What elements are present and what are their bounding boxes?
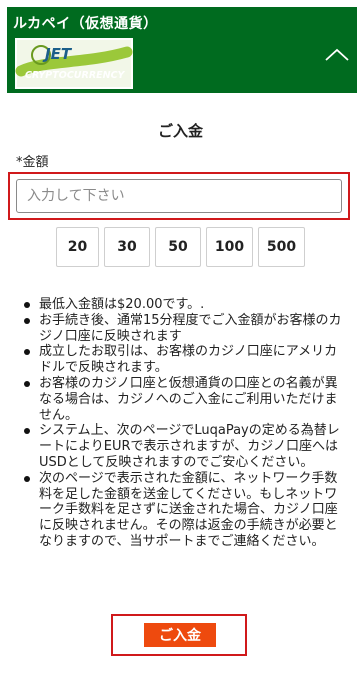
quick-amount-100-button[interactable]: 100 — [206, 227, 253, 267]
quick-amount-50-button[interactable]: 50 — [155, 227, 201, 267]
logo-jet-text: JET — [42, 45, 73, 63]
amount-input-highlight — [8, 172, 350, 220]
deposit-notes-list: 最低入金額は$20.00です。. お手続き後、通常15分程度でご入金額がお客様の… — [12, 297, 342, 550]
note-item: 次のページで表示された金額に、ネットワーク手数料を足した金額を送金してください。… — [12, 471, 342, 550]
quick-amount-buttons: 20 30 50 100 500 — [56, 227, 305, 267]
deposit-submit-button[interactable]: ご入金 — [144, 623, 216, 647]
quick-amount-20-button[interactable]: 20 — [56, 227, 99, 267]
amount-label: *金額 — [16, 155, 49, 170]
page-title: ご入金 — [157, 122, 203, 140]
note-item: 成立したお取引は、お客様のカジノ口座にアメリカドルで反映されます。 — [12, 344, 342, 376]
amount-input[interactable] — [16, 179, 342, 213]
note-item: システム上、次のページでLuqaPayの定める為替レートによりEURで表示されま… — [12, 423, 342, 470]
quick-amount-30-button[interactable]: 30 — [104, 227, 150, 267]
payment-method-header[interactable]: ルカペイ（仮想通貨） JET CRYPTOCURRENCY — [7, 7, 357, 93]
note-item: お客様のカジノ口座と仮想通貨の口座との名義が異なる場合は、カジノへのご入金にご利… — [12, 376, 342, 423]
chevron-up-icon[interactable] — [323, 45, 351, 65]
quick-amount-500-button[interactable]: 500 — [258, 227, 305, 267]
payment-method-title: ルカペイ（仮想通貨） — [13, 16, 158, 32]
logo-cryptocurrency-text: CRYPTOCURRENCY — [25, 70, 126, 81]
note-item: お手続き後、通常15分程度でご入金額がお客様のカジノ口座に反映されます — [12, 313, 342, 345]
note-item: 最低入金額は$20.00です。. — [12, 297, 342, 313]
submit-button-highlight: ご入金 — [111, 614, 247, 656]
jet-cryptocurrency-logo: JET CRYPTOCURRENCY — [15, 38, 133, 89]
